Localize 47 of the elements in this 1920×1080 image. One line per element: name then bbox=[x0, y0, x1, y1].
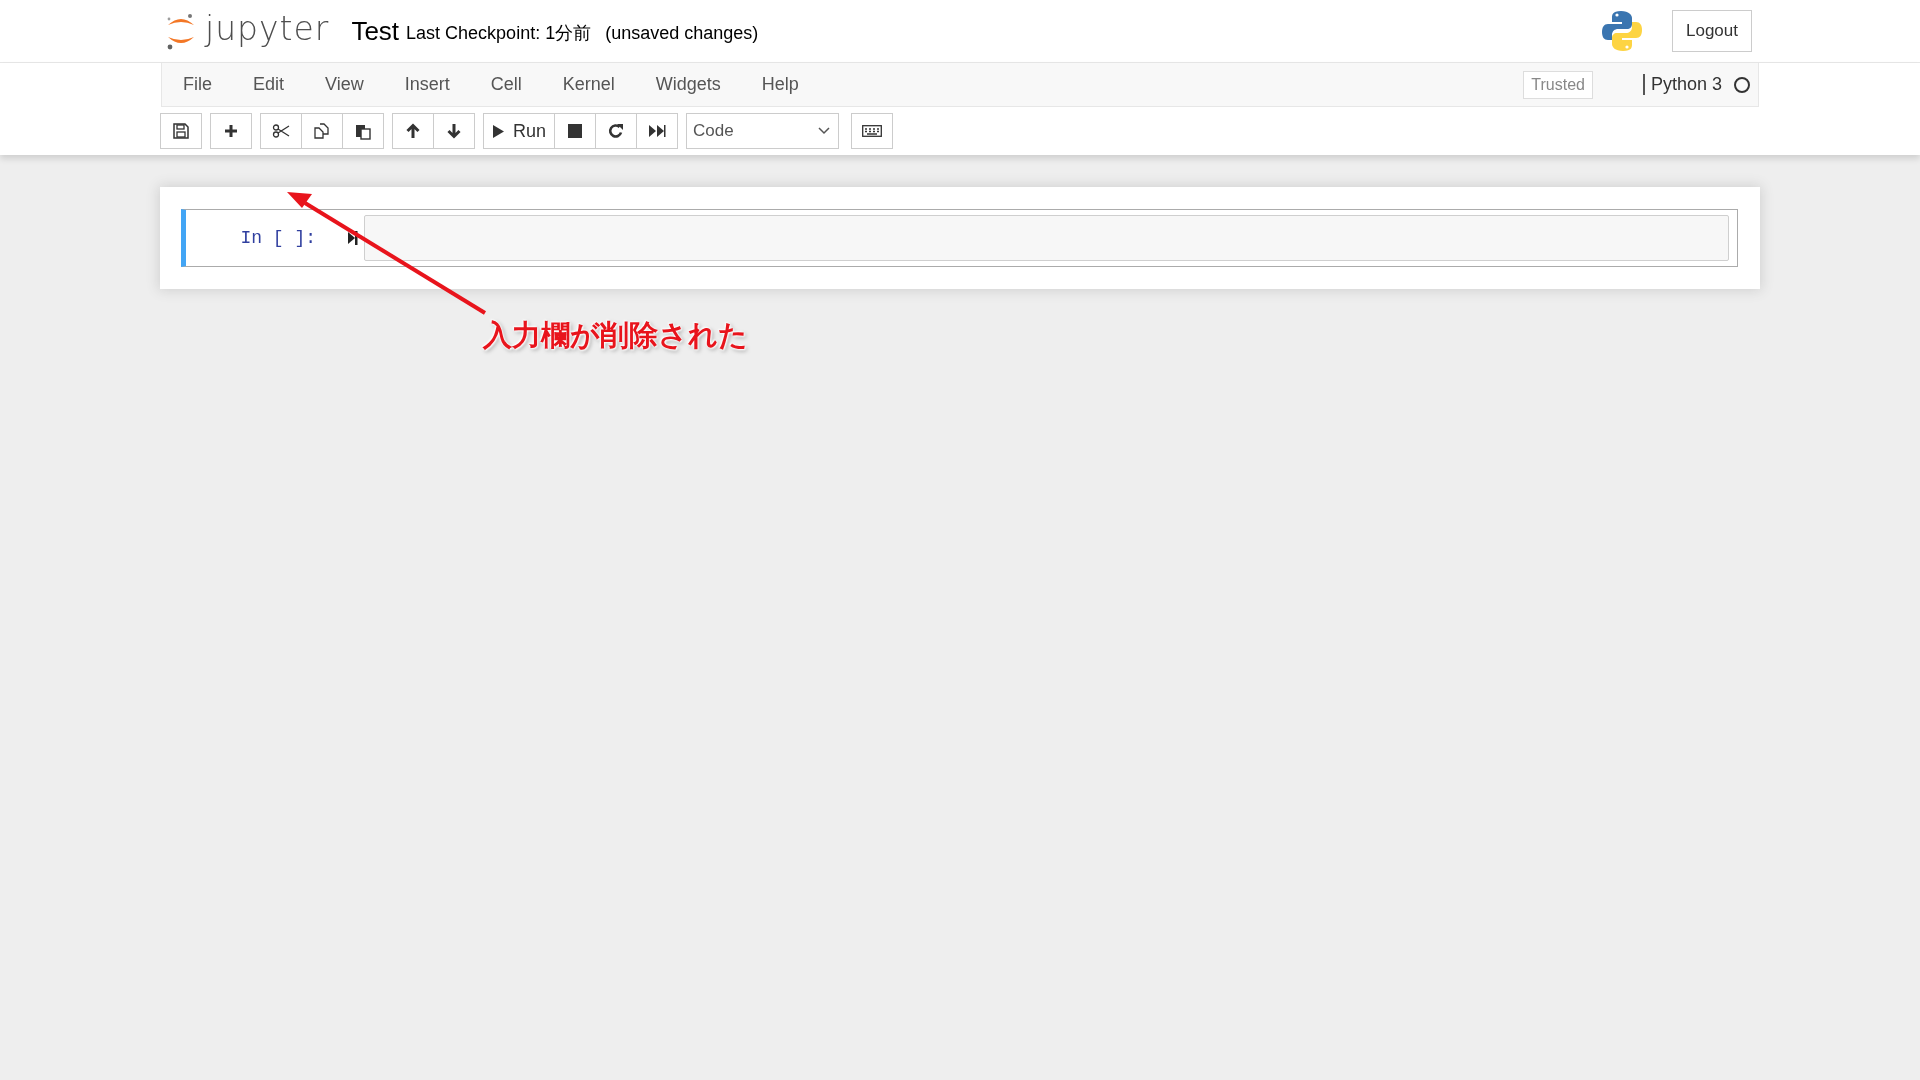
add-cell-button[interactable] bbox=[210, 113, 252, 149]
save-button[interactable] bbox=[160, 113, 202, 149]
fast-forward-icon bbox=[648, 124, 667, 138]
annotation-text: 入力欄が削除された bbox=[483, 317, 748, 354]
keyboard-shortcuts-button[interactable] bbox=[851, 113, 894, 149]
text-cursor-icon bbox=[348, 230, 358, 246]
menu-item[interactable]: Cell bbox=[469, 63, 542, 106]
keyboard-icon bbox=[862, 125, 883, 137]
copy-icon bbox=[314, 123, 330, 139]
notebook-name[interactable]: Test bbox=[351, 15, 400, 47]
menu-item[interactable]: Insert bbox=[383, 63, 470, 106]
copy-button[interactable] bbox=[301, 113, 343, 149]
save-status: (unsaved changes) bbox=[605, 22, 759, 44]
restart-icon bbox=[608, 123, 625, 139]
run-button[interactable]: Run bbox=[483, 113, 556, 149]
logout-button[interactable]: Logout bbox=[1672, 10, 1752, 52]
paste-icon bbox=[355, 122, 371, 140]
menu-item[interactable]: File bbox=[162, 63, 232, 106]
arrow-up-icon bbox=[406, 123, 420, 139]
notebook-cell[interactable]: In [ ]: bbox=[181, 209, 1738, 267]
stop-icon bbox=[568, 124, 583, 138]
move-up-button[interactable] bbox=[392, 113, 434, 149]
menu-item[interactable]: Help bbox=[740, 63, 819, 106]
menu-item[interactable]: Kernel bbox=[541, 63, 635, 106]
run-all-button[interactable] bbox=[636, 113, 679, 149]
restart-button[interactable] bbox=[595, 113, 638, 149]
trusted-indicator[interactable]: Trusted bbox=[1523, 70, 1593, 99]
menu-item[interactable]: Widgets bbox=[634, 63, 741, 106]
checkpoint-text: Last Checkpoint: 1分前 bbox=[406, 22, 592, 45]
logo-text: jupyter bbox=[205, 8, 330, 48]
python-logo-icon bbox=[1602, 10, 1642, 52]
cut-button[interactable] bbox=[260, 113, 302, 149]
chevron-down-icon bbox=[818, 127, 831, 135]
play-icon bbox=[492, 123, 505, 139]
scissors-icon bbox=[272, 124, 290, 138]
cell-type-select[interactable]: Code bbox=[686, 113, 840, 149]
plus-icon bbox=[224, 124, 238, 138]
kernel-name: Python 3 bbox=[1642, 74, 1722, 95]
stop-button[interactable] bbox=[554, 113, 597, 149]
move-down-button[interactable] bbox=[433, 113, 475, 149]
menu-item[interactable]: Edit bbox=[232, 63, 305, 106]
save-icon bbox=[173, 123, 189, 139]
arrow-down-icon bbox=[447, 123, 461, 139]
code-input-field[interactable] bbox=[364, 215, 1729, 261]
menu-item[interactable]: View bbox=[304, 63, 384, 106]
paste-button[interactable] bbox=[342, 113, 384, 149]
cell-prompt: In [ ]: bbox=[239, 228, 316, 248]
